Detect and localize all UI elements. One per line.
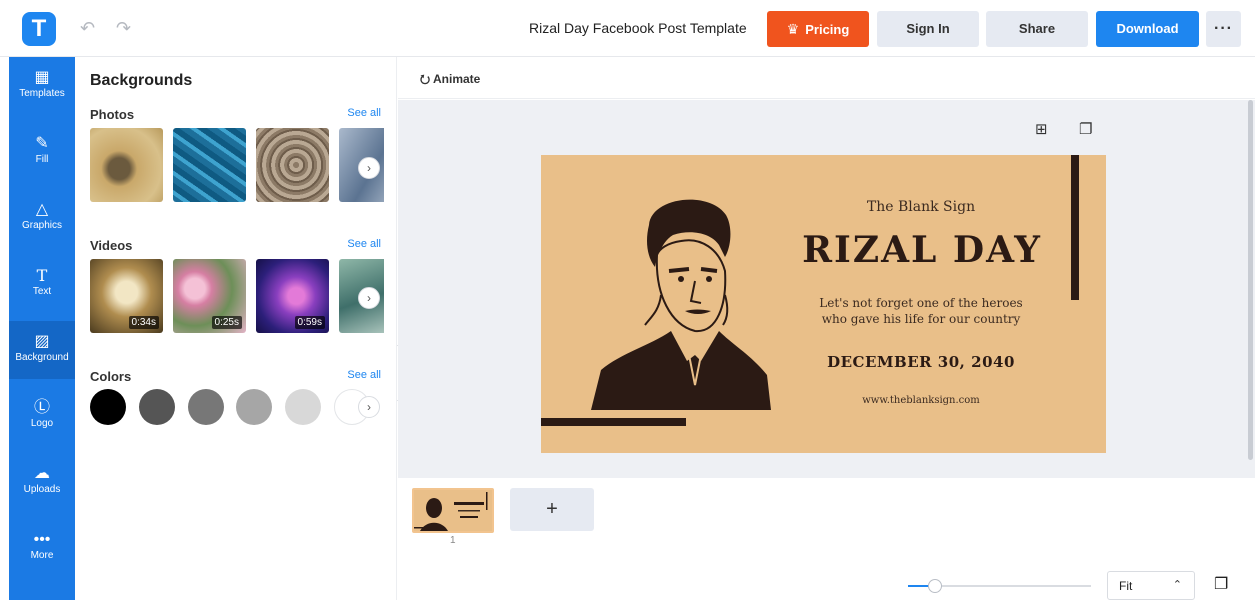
sidebar-item-uploads[interactable]: ☁ Uploads	[9, 453, 75, 511]
duplicate-icon[interactable]: ❐	[1079, 120, 1092, 138]
video-thumbnail-blossoms[interactable]: 0:25s	[173, 259, 246, 333]
design-canvas[interactable]: The Blank Sign RIZAL DAY Let's not forge…	[541, 155, 1106, 453]
crown-icon: ♛	[786, 21, 800, 37]
design-url-text[interactable]: www.theblanksign.com	[796, 395, 1046, 406]
zoom-slider[interactable]	[908, 579, 1091, 593]
color-swatch[interactable]	[236, 389, 272, 425]
more-options-button[interactable]: ···	[1206, 11, 1241, 47]
upload-icon: ☁	[34, 465, 50, 482]
design-subtitle-text[interactable]: Let's not forget one of the heroes who g…	[796, 295, 1046, 327]
colors-see-all-link[interactable]: See all	[347, 369, 381, 381]
sidebar-item-label: Text	[32, 286, 52, 297]
photos-row	[90, 128, 384, 202]
portrait-illustration	[591, 199, 771, 410]
zoom-slider-handle[interactable]	[928, 579, 943, 593]
colors-next-button[interactable]: ›	[358, 396, 380, 418]
video-duration: 0:34s	[128, 316, 159, 329]
add-page-icon[interactable]: ⊞	[1035, 120, 1048, 138]
share-button[interactable]: Share	[986, 11, 1088, 47]
video-thumbnail-purple-ink[interactable]: 0:59s	[256, 259, 329, 333]
app-logo[interactable]: T	[22, 12, 56, 46]
panel-title: Backgrounds	[90, 72, 193, 89]
decor-bar-right	[1071, 155, 1079, 300]
zoom-value: Fit	[1119, 579, 1133, 593]
templates-icon: ▦	[34, 69, 50, 86]
sidebar-item-more[interactable]: ••• More	[9, 519, 75, 577]
sign-in-button[interactable]: Sign In	[877, 11, 979, 47]
sidebar-item-label: Fill	[35, 154, 49, 165]
design-date-text[interactable]: DECEMBER 30, 2040	[796, 353, 1046, 371]
photos-see-all-link[interactable]: See all	[347, 107, 381, 119]
page-count-icon[interactable]: ❐	[1214, 574, 1228, 594]
background-icon: ▨	[34, 333, 50, 350]
video-duration: 0:25s	[211, 316, 242, 329]
sidebar-item-logo[interactable]: Ⓛ Logo	[9, 387, 75, 445]
page-thumbnail[interactable]	[412, 488, 494, 533]
left-sidebar: ▦ Templates ✎ Fill △ Graphics T Text ▨ B…	[9, 57, 75, 600]
color-swatches-row	[90, 389, 384, 429]
photo-thumbnail-wood[interactable]	[256, 128, 329, 202]
zoom-dropdown[interactable]: Fit ⌃	[1107, 571, 1195, 600]
canvas-toolbar: ⭮ Animate	[398, 57, 1255, 99]
color-swatch[interactable]	[90, 389, 126, 425]
pricing-button[interactable]: ♛ Pricing	[767, 11, 869, 47]
sidebar-item-fill[interactable]: ✎ Fill	[9, 123, 75, 181]
animate-icon: ⭮	[420, 72, 431, 86]
shapes-icon: △	[35, 201, 49, 218]
design-title-text[interactable]: RIZAL DAY	[791, 229, 1053, 271]
redo-icon[interactable]: ↷	[116, 18, 131, 39]
animate-label: Animate	[433, 72, 481, 86]
document-title[interactable]: Rizal Day Facebook Post Template	[529, 20, 747, 36]
sidebar-item-label: Templates	[19, 88, 65, 99]
page-thumbnail-preview	[414, 490, 492, 531]
sidebar-item-label: Logo	[30, 418, 54, 429]
sidebar-item-label: Graphics	[21, 220, 62, 231]
photo-thumbnail-water[interactable]	[173, 128, 246, 202]
photos-heading: Photos	[90, 107, 135, 122]
sidebar-item-text[interactable]: T Text	[9, 255, 75, 313]
decor-bar-bottom	[541, 418, 686, 426]
videos-row: 0:34s 0:25s 0:59s	[90, 259, 384, 333]
sidebar-item-label: Uploads	[23, 484, 61, 495]
download-button[interactable]: Download	[1096, 11, 1199, 47]
colors-heading: Colors	[90, 369, 132, 384]
sidebar-item-label: Background	[15, 352, 69, 363]
sidebar-item-graphics[interactable]: △ Graphics	[9, 189, 75, 247]
chevron-up-icon: ⌃	[1172, 579, 1182, 591]
color-swatch[interactable]	[285, 389, 321, 425]
videos-see-all-link[interactable]: See all	[347, 238, 381, 250]
sidebar-item-label: More	[30, 550, 54, 561]
more-icon: •••	[33, 531, 51, 548]
add-page-button[interactable]: +	[510, 488, 594, 531]
sidebar-item-templates[interactable]: ▦ Templates	[9, 57, 75, 115]
videos-next-button[interactable]: ›	[358, 287, 380, 309]
backgrounds-panel: Backgrounds Photos See all › Videos See …	[75, 57, 397, 600]
photos-next-button[interactable]: ›	[358, 157, 380, 179]
subtitle-line: who gave his life for our country	[821, 312, 1021, 326]
animate-button[interactable]: ⭮ Animate	[420, 70, 480, 91]
pages-bar: 1 + Fit ⌃ ❐	[398, 478, 1255, 600]
pricing-label: Pricing	[805, 22, 850, 37]
photo-thumbnail-squirrel[interactable]	[90, 128, 163, 202]
color-swatch[interactable]	[188, 389, 224, 425]
videos-heading: Videos	[90, 238, 133, 253]
logo-icon: Ⓛ	[33, 399, 50, 416]
video-thumbnail-forest[interactable]: 0:34s	[90, 259, 163, 333]
page-number: 1	[450, 535, 456, 546]
top-bar: T ↶ ↷ Rizal Day Facebook Post Template ♛…	[0, 0, 1255, 57]
video-duration: 0:59s	[294, 316, 325, 329]
sidebar-item-background[interactable]: ▨ Background	[9, 321, 75, 379]
color-swatch[interactable]	[139, 389, 175, 425]
vertical-scrollbar[interactable]	[1248, 100, 1253, 460]
subtitle-line: Let's not forget one of the heroes	[819, 296, 1023, 310]
canvas-workspace: ⊞ ❐ The Blank Sign RIZAL DAY Let's not f…	[398, 100, 1255, 578]
pencil-icon: ✎	[35, 135, 49, 152]
design-brand-text[interactable]: The Blank Sign	[801, 199, 1041, 215]
undo-icon[interactable]: ↶	[80, 18, 95, 39]
text-icon: T	[36, 266, 48, 285]
